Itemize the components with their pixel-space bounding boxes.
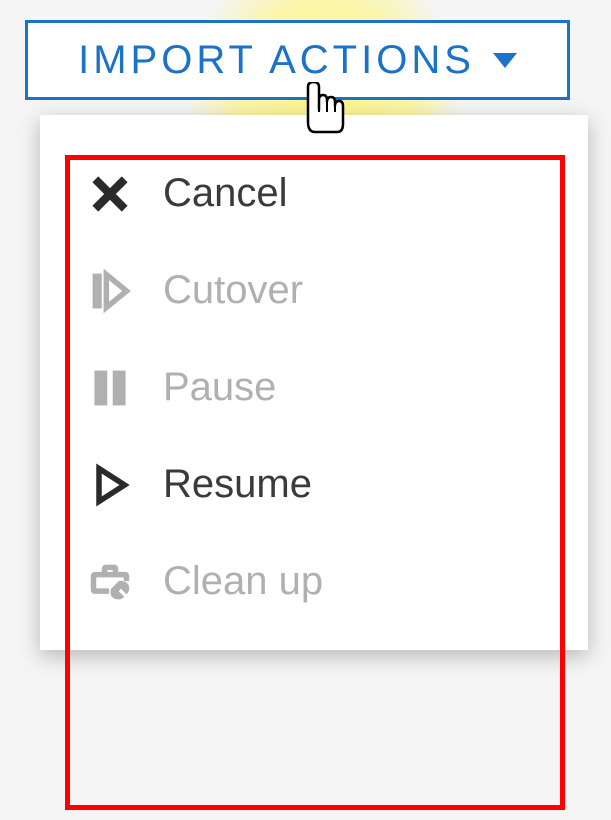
import-actions-button[interactable]: IMPORT ACTIONS <box>25 20 570 100</box>
menu-item-label: Cutover <box>163 268 303 313</box>
chevron-down-icon <box>493 53 517 68</box>
cutover-icon <box>88 269 148 313</box>
menu-item-cancel[interactable]: Cancel <box>40 145 588 242</box>
menu-item-pause: Pause <box>40 339 588 436</box>
menu-item-label: Clean up <box>163 559 323 604</box>
toolbox-icon <box>88 560 148 604</box>
play-icon <box>88 463 148 507</box>
import-actions-label: IMPORT ACTIONS <box>78 38 475 83</box>
menu-item-label: Cancel <box>163 171 288 216</box>
close-icon <box>88 172 148 216</box>
pause-icon <box>88 366 148 410</box>
import-actions-menu: Cancel Cutover Pause <box>40 115 588 650</box>
menu-item-cleanup: Clean up <box>40 533 588 630</box>
menu-item-label: Pause <box>163 365 276 410</box>
menu-item-label: Resume <box>163 462 312 507</box>
menu-item-cutover: Cutover <box>40 242 588 339</box>
menu-item-resume[interactable]: Resume <box>40 436 588 533</box>
